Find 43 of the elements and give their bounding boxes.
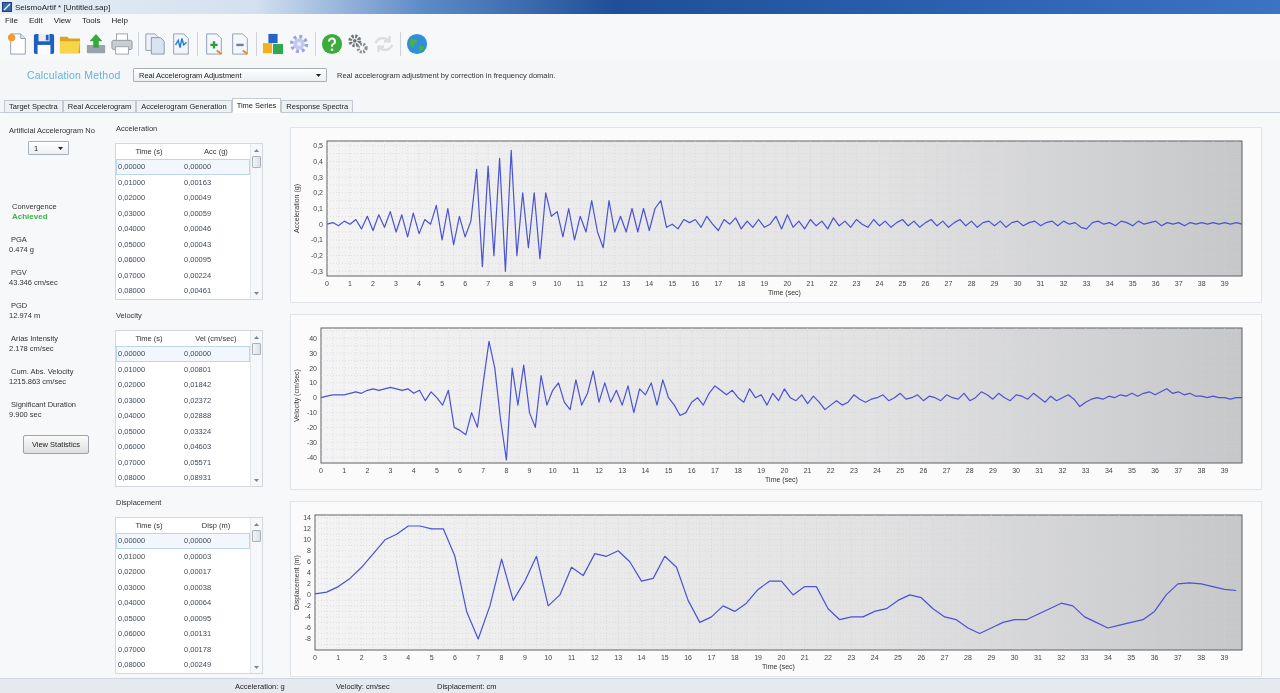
- caret-icon: [316, 73, 321, 77]
- page-plus-icon: [203, 32, 225, 55]
- toolbar-button[interactable]: [84, 31, 108, 56]
- menu-item[interactable]: Tools: [81, 16, 101, 25]
- new-file-icon: [7, 32, 29, 55]
- printer-icon: [111, 32, 133, 55]
- toolbar-button[interactable]: [346, 31, 370, 56]
- scroll-up-icon[interactable]: [254, 336, 259, 339]
- scroll-up-icon[interactable]: [254, 149, 259, 152]
- method-label: Calculation Method: [27, 69, 122, 81]
- upload-icon: [85, 32, 107, 55]
- menu-item[interactable]: File: [5, 16, 18, 25]
- scroll-down-icon[interactable]: [254, 666, 259, 669]
- scrollbar-thumb[interactable]: [252, 156, 261, 168]
- help-icon: [321, 32, 343, 55]
- window-title: SeismoArtif * [Untitled.sap]: [15, 2, 111, 12]
- status-value: Achieved: [11, 212, 48, 222]
- toolbar-button[interactable]: [405, 31, 429, 56]
- menu-item[interactable]: View: [53, 16, 71, 25]
- blocks-icon: [262, 32, 284, 55]
- scroll-down-icon[interactable]: [254, 292, 259, 295]
- scrollbar-thumb[interactable]: [252, 530, 261, 542]
- caret-icon: [58, 146, 63, 150]
- documents-icon: [144, 32, 166, 55]
- settings-icon: [288, 32, 310, 55]
- app-icon: [2, 2, 12, 12]
- toolbar-button[interactable]: [261, 31, 285, 56]
- scrollbar[interactable]: [250, 144, 262, 299]
- page-minus-icon: [229, 32, 251, 55]
- globe-icon: [406, 32, 428, 55]
- scroll-up-icon[interactable]: [254, 523, 259, 526]
- menu-item[interactable]: Help: [111, 16, 129, 25]
- scroll-down-icon[interactable]: [254, 479, 259, 482]
- gears-icon: [347, 32, 369, 55]
- toolbar-button[interactable]: [32, 31, 56, 56]
- menu-item[interactable]: Edit: [28, 16, 43, 25]
- scrollbar[interactable]: [250, 331, 262, 486]
- scrollbar-thumb[interactable]: [252, 343, 261, 355]
- save-icon: [33, 32, 55, 55]
- toolbar-button[interactable]: [110, 31, 134, 56]
- toolbar-button[interactable]: [320, 31, 344, 56]
- scrollbar[interactable]: [250, 518, 262, 673]
- waveform-document-icon: [170, 32, 192, 55]
